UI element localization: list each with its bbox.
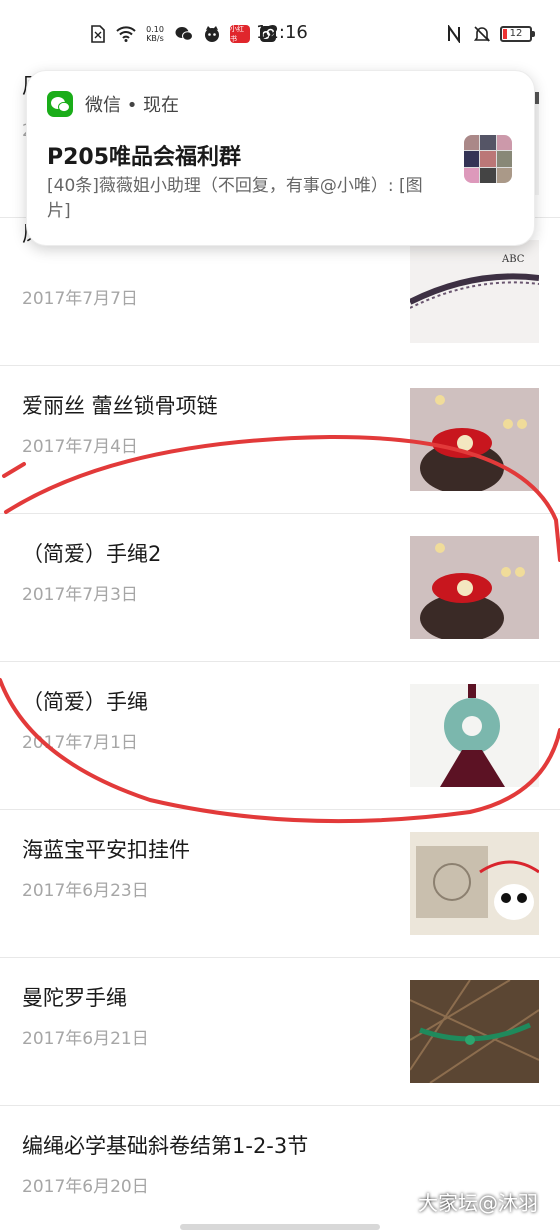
notification-app-label: 微信 • 现在 xyxy=(85,95,180,116)
status-icons-left: 0.10 KB/s 小红书 xyxy=(88,22,278,46)
item-date: 2017年7月4日 xyxy=(22,437,138,457)
item-title: （简爱）手绳2 xyxy=(22,542,162,566)
thumbnail xyxy=(410,980,539,1083)
wechat-notification[interactable]: 微信 • 现在 P205唯品会福利群 [40条]薇薇姐小助理（不回复，有事@小唯… xyxy=(26,70,535,246)
status-time: 12:16 xyxy=(256,22,308,43)
thumbnail-image xyxy=(410,980,539,1083)
red-app-icon: 小红书 xyxy=(230,25,250,43)
thumbnail xyxy=(410,684,539,787)
thumbnail-image xyxy=(410,536,539,639)
nfc-icon xyxy=(444,24,464,44)
thumbnail-image xyxy=(410,388,539,491)
mute-icon xyxy=(472,24,492,44)
thumbnail-image: ABC xyxy=(410,240,539,343)
group-avatar xyxy=(464,135,512,183)
wifi-icon xyxy=(116,24,136,44)
thumbnail-image xyxy=(410,832,539,935)
item-date: 2017年6月23日 xyxy=(22,881,149,901)
network-speed: 0.10 KB/s xyxy=(144,25,166,43)
thumbnail-image xyxy=(410,684,539,787)
item-title: 曼陀罗手绳 xyxy=(22,986,127,1010)
status-icons-right: 12 xyxy=(444,24,535,44)
wechat-status-icon xyxy=(174,24,194,44)
item-date: 2017年7月3日 xyxy=(22,585,138,605)
item-date: 2017年6月20日 xyxy=(22,1177,149,1197)
cat-app-icon xyxy=(202,24,222,44)
thumbnail xyxy=(410,832,539,935)
speed-value: 0.10 xyxy=(146,25,164,34)
wechat-icon xyxy=(47,91,73,117)
thumbnail xyxy=(410,388,539,491)
battery-indicator: 12 xyxy=(500,26,535,42)
item-title: 海蓝宝平安扣挂件 xyxy=(22,838,190,862)
svg-text:ABC: ABC xyxy=(501,254,525,265)
item-date: 2017年7月7日 xyxy=(22,289,138,309)
item-title: 爱丽丝 蕾丝锁骨项链 xyxy=(22,394,218,418)
speed-unit: KB/s xyxy=(146,34,164,43)
status-bar: 0.10 KB/s 小红书 12:16 12 xyxy=(0,0,560,68)
thumbnail xyxy=(410,536,539,639)
sim-absent-icon xyxy=(88,24,108,44)
item-title: 编绳必学基础斜卷结第1-2-3节 xyxy=(22,1134,309,1158)
thumbnail: ABC xyxy=(410,240,539,343)
notification-body: [40条]薇薇姐小助理（不回复，有事@小唯）: [图片] xyxy=(47,176,423,221)
item-date: 2017年6月21日 xyxy=(22,1029,149,1049)
watermark: 大家坛@沐羽 xyxy=(418,1191,538,1215)
item-title: （简爱）手绳 xyxy=(22,690,148,714)
notification-title: P205唯品会福利群 xyxy=(47,145,242,170)
item-date: 2017年7月1日 xyxy=(22,733,138,753)
home-indicator[interactable] xyxy=(180,1224,380,1230)
